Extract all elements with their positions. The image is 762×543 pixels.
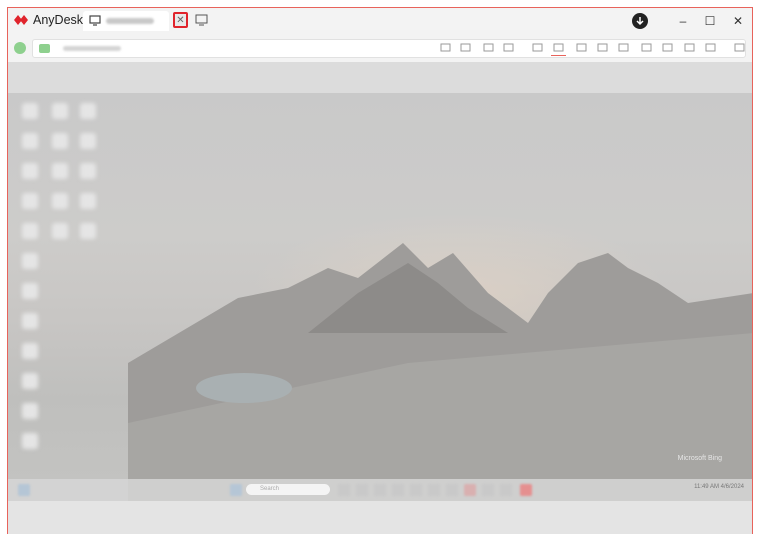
taskbar-app[interactable]	[410, 484, 422, 496]
connection-ok-icon	[14, 42, 26, 54]
secure-icon	[39, 44, 50, 53]
title-bar: AnyDesk ✕ – ☐ ✕	[8, 8, 752, 34]
screen-icon[interactable]	[576, 43, 587, 53]
taskbar-app[interactable]	[500, 484, 512, 496]
desktop-shortcut[interactable]	[80, 103, 96, 119]
desktop-shortcut[interactable]	[80, 223, 96, 239]
desktop-shortcut[interactable]	[52, 163, 68, 179]
taskbar-app[interactable]	[374, 484, 386, 496]
desktop-shortcut[interactable]	[80, 193, 96, 209]
window-close-button[interactable]: ✕	[728, 12, 748, 30]
mountain-wallpaper	[128, 243, 752, 501]
taskbar-app[interactable]	[356, 484, 368, 496]
address-bar[interactable]	[32, 39, 746, 58]
database-icon[interactable]	[483, 43, 494, 53]
tab-close-button[interactable]: ✕	[173, 12, 188, 28]
desktop-shortcut[interactable]	[52, 133, 68, 149]
session-toolbar	[8, 36, 752, 60]
remote-top-margin	[8, 62, 752, 93]
desktop-shortcut[interactable]	[22, 223, 38, 239]
desktop-shortcut[interactable]	[80, 163, 96, 179]
session-tab[interactable]	[83, 11, 169, 31]
desktop-shortcut[interactable]	[22, 283, 38, 299]
desktop-shortcut[interactable]	[52, 103, 68, 119]
desktop-shortcut[interactable]	[22, 133, 38, 149]
taskbar-app[interactable]	[428, 484, 440, 496]
close-icon: ✕	[176, 14, 185, 26]
desktop-shortcut[interactable]	[80, 133, 96, 149]
menu-icon[interactable]	[734, 43, 745, 53]
desktop-shortcut[interactable]	[52, 193, 68, 209]
shield-icon[interactable]	[662, 43, 673, 53]
desktop-shortcut[interactable]	[22, 163, 38, 179]
desktop-shortcut[interactable]	[22, 433, 38, 449]
taskbar-app[interactable]	[392, 484, 404, 496]
monitor-icon	[89, 15, 101, 26]
tray-time: 11:49 AM	[694, 484, 719, 490]
download-icon[interactable]	[632, 13, 648, 29]
bing-watermark: Microsoft Bing	[677, 455, 722, 462]
new-session-icon[interactable]	[195, 14, 208, 26]
desktop-shortcut[interactable]	[52, 223, 68, 239]
desktop-shortcut[interactable]	[22, 253, 38, 269]
lightning-icon[interactable]	[618, 43, 629, 53]
remote-desktop-view[interactable]: Microsoft Bing Search 11:49 AM 4/6/2024	[8, 93, 752, 501]
file-icon[interactable]	[532, 43, 543, 53]
chat-icon[interactable]	[440, 43, 451, 53]
taskbar-app[interactable]	[338, 484, 350, 496]
taskbar-app[interactable]	[482, 484, 494, 496]
hourglass-icon[interactable]	[460, 43, 471, 53]
anydesk-logo-icon	[14, 15, 28, 25]
remote-taskbar: Search 11:49 AM 4/6/2024	[8, 479, 752, 501]
system-tray: 11:49 AM 4/6/2024	[694, 484, 744, 490]
remote-bottom-margin	[8, 501, 752, 534]
maximize-button[interactable]: ☐	[700, 12, 720, 30]
desktop-shortcut[interactable]	[22, 373, 38, 389]
desktop-shortcut[interactable]	[22, 103, 38, 119]
remote-search-box[interactable]: Search	[246, 484, 330, 495]
record-icon[interactable]	[684, 43, 695, 53]
taskbar-app[interactable]	[446, 484, 458, 496]
start-icon[interactable]	[230, 484, 242, 496]
star-icon[interactable]	[503, 43, 514, 53]
widgets-icon[interactable]	[18, 484, 30, 496]
desktop-shortcut[interactable]	[22, 313, 38, 329]
tray-date: 4/6/2024	[720, 484, 744, 490]
monitor-icon[interactable]	[551, 43, 566, 56]
message-icon[interactable]	[597, 43, 608, 53]
taskbar-app[interactable]	[464, 484, 476, 496]
desktop-shortcut[interactable]	[22, 193, 38, 209]
session-name-redacted	[106, 18, 154, 24]
desktop-shortcut[interactable]	[22, 343, 38, 359]
pen-icon[interactable]	[705, 43, 716, 53]
desktop-shortcut[interactable]	[22, 403, 38, 419]
address-redacted	[63, 46, 121, 51]
minimize-button[interactable]: –	[673, 12, 693, 30]
anydesk-window: AnyDesk ✕ – ☐ ✕ Microsoft Bing Search 11…	[7, 7, 753, 534]
keyboard-icon[interactable]	[641, 43, 652, 53]
anydesk-taskbar-icon[interactable]	[520, 484, 532, 496]
app-title: AnyDesk	[33, 13, 84, 27]
lake-area	[196, 373, 292, 403]
